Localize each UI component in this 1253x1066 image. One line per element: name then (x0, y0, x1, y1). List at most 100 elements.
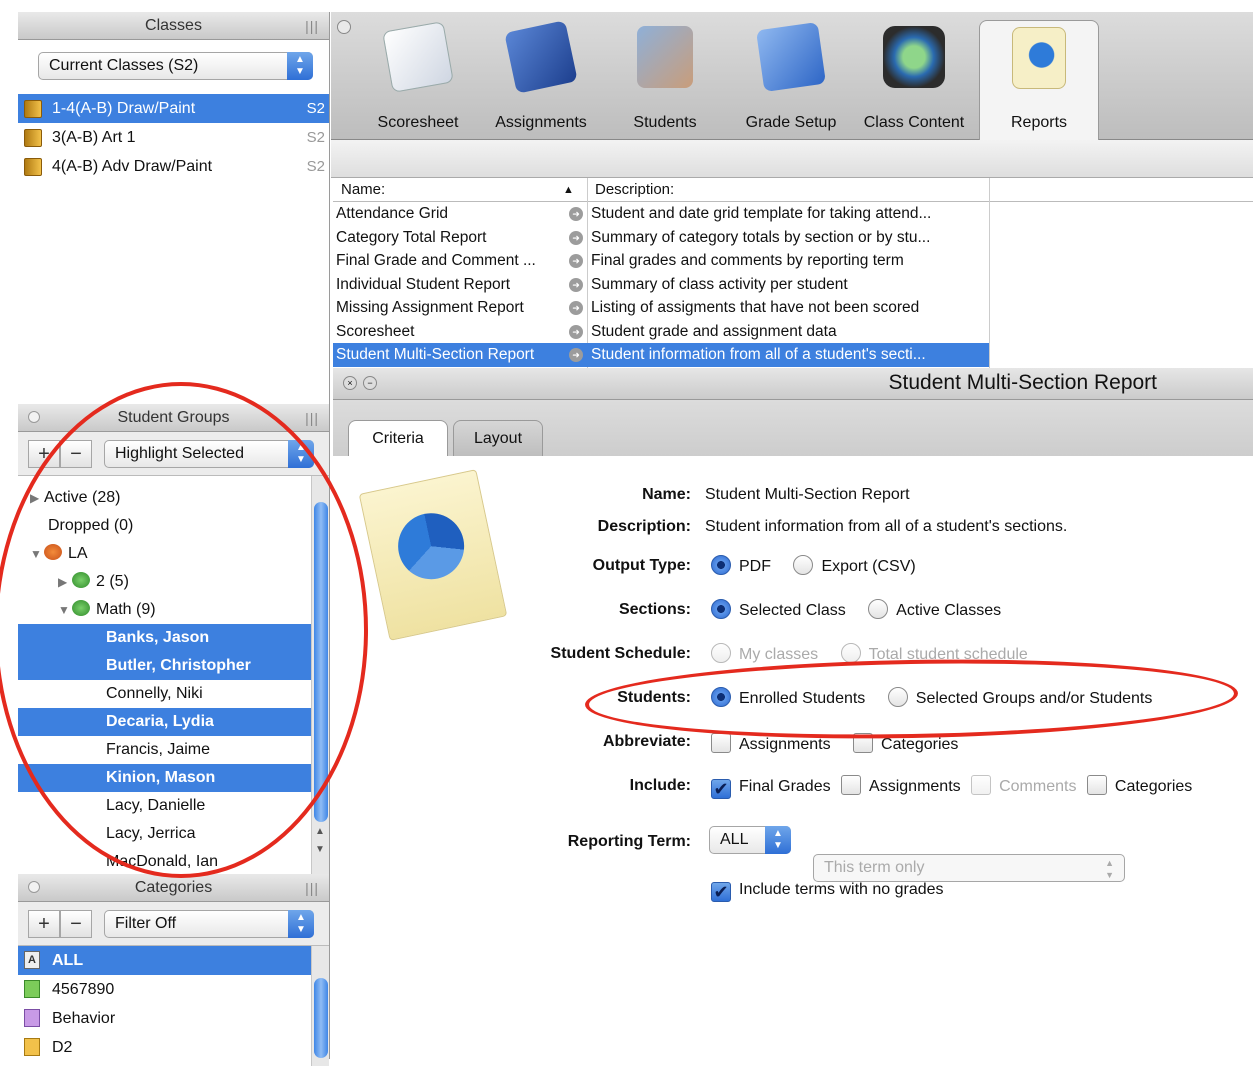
category-item[interactable]: 4567890 (18, 975, 329, 1004)
report-row-selected[interactable]: Student Multi-Section Report ➜ Student inf… (333, 343, 989, 367)
go-arrow-icon[interactable]: ➜ (569, 277, 583, 292)
tab-label: Criteria (372, 430, 424, 447)
tab-criteria[interactable]: Criteria (348, 420, 448, 456)
include-final-grades-checkbox[interactable]: ✔ Final Grades (711, 778, 831, 799)
add-category-button[interactable]: + (28, 909, 60, 938)
toolbar-label: Assignments (495, 114, 587, 131)
sort-ascending-icon[interactable]: ▲ (563, 178, 574, 202)
popup-arrows-icon: ▲ ▼ (287, 52, 313, 80)
radio-label: Active Classes (896, 602, 1002, 619)
abbreviate-categories-checkbox[interactable]: Categories (853, 733, 958, 753)
checkbox-icon (711, 733, 731, 753)
categories-filter-popup[interactable]: Filter Off ▲ ▼ (104, 909, 314, 938)
reporting-term-popup[interactable]: ALL ▲ ▼ (709, 826, 791, 854)
classes-header: Classes ||| (18, 12, 329, 40)
report-row[interactable]: Individual Student Report ➜ Summary of cla… (333, 273, 1253, 297)
scroll-down-icon[interactable]: ▼ (315, 844, 325, 855)
class-item[interactable]: 3(A-B) Art 1 S2 (18, 123, 329, 152)
go-arrow-icon[interactable]: ➜ (569, 230, 583, 245)
include-assignments-checkbox[interactable]: Assignments (841, 775, 961, 795)
radio-label: Selected Class (739, 602, 846, 619)
category-item[interactable]: D2 (18, 1033, 329, 1062)
class-item[interactable]: 4(A-B) Adv Draw/Paint S2 (18, 152, 329, 181)
output-csv-radio[interactable]: Export (CSV) (793, 555, 916, 575)
column-name-header[interactable]: Name: (341, 178, 385, 202)
toolbar-grade-setup[interactable]: Grade Setup (736, 20, 846, 140)
toolbar-label: Class Content (863, 114, 965, 131)
class-book-icon (24, 129, 42, 147)
resize-grip-icon[interactable]: ||| (305, 404, 319, 432)
resize-grip-icon[interactable]: ||| (305, 874, 319, 902)
report-row[interactable]: Missing Assignment Report ➜ Listing of ass… (333, 296, 1253, 320)
term-scope-popup[interactable]: This term only ▲ ▼ (813, 854, 1125, 882)
report-description: Student grade and assignment data (591, 322, 837, 340)
report-row[interactable]: Scoresheet ➜ Student grade and assignment … (333, 320, 1253, 344)
reporting-term-label: Reporting Term: (567, 833, 691, 850)
include-comments-checkbox[interactable]: Comments (971, 775, 1076, 795)
category-a-icon: A (24, 951, 40, 969)
toolbar: Scoresheet Assignments Students Grade Se… (331, 12, 1253, 140)
collapse-icon[interactable] (28, 411, 40, 423)
report-description: Listing of assigments that have not been… (591, 299, 920, 316)
remove-category-button[interactable]: − (60, 909, 92, 938)
tab-bar: Criteria Layout (333, 400, 1253, 456)
radio-icon (840, 643, 861, 663)
collapse-icon[interactable] (28, 881, 40, 893)
include-group: ✔ Final Grades Assignments Comments Categ… (711, 775, 1192, 799)
checkbox-icon (971, 775, 992, 795)
toolbar-assignments[interactable]: Assignments (486, 20, 596, 140)
close-icon[interactable]: × (343, 376, 357, 390)
sections-label: Sections: (618, 601, 691, 618)
include-categories-checkbox[interactable]: Categories (1086, 775, 1192, 795)
report-row[interactable]: Attendance Grid ➜ Student and date grid te… (333, 202, 1253, 226)
output-pdf-radio[interactable]: PDF (711, 555, 771, 575)
toolbar-class-content[interactable]: Class Content (859, 20, 969, 140)
minimize-icon[interactable]: − (363, 376, 377, 390)
checkbox-icon (841, 775, 862, 795)
category-label: D2 (52, 1039, 73, 1056)
categories-scrollbar[interactable] (311, 946, 329, 1066)
detail-header: × − Student Multi-Section Report (333, 368, 1253, 400)
tab-layout[interactable]: Layout (453, 420, 543, 456)
toolbar-reports[interactable]: Reports (979, 20, 1099, 140)
popup-arrows-icon: ▲ ▼ (765, 826, 791, 854)
report-row[interactable]: Final Grade and Comment ... ➜ Final grades… (333, 249, 1253, 273)
category-item[interactable]: Behavior (18, 1004, 329, 1033)
resize-grip-icon[interactable]: ||| (305, 12, 319, 40)
sections-active-classes-radio[interactable]: Active Classes (868, 599, 1002, 619)
scroll-up-icon[interactable]: ▲ (315, 826, 325, 837)
student-schedule-label: Student Schedule: (550, 645, 691, 662)
checkbox-label: Final Grades (739, 778, 831, 795)
go-arrow-icon[interactable]: ➜ (569, 301, 583, 315)
toolbar-students[interactable]: Students (610, 20, 720, 140)
sections-selected-class-radio[interactable]: Selected Class (711, 599, 846, 619)
toolbar-scoresheet[interactable]: Scoresheet (363, 20, 473, 140)
report-list-header: Name: ▲ Description: (333, 178, 1253, 202)
categories-header: Categories ||| (18, 874, 329, 902)
report-description: Summary of class activity per student (591, 275, 848, 293)
schedule-my-classes-radio[interactable]: My classes (711, 643, 819, 663)
go-arrow-icon[interactable]: ➜ (569, 254, 583, 268)
column-description-header[interactable]: Description: (595, 178, 674, 202)
class-item[interactable]: 1-4(A-B) Draw/Paint S2 (18, 94, 329, 123)
radio-label: Export (CSV) (821, 558, 916, 575)
sections-group: Selected Class Active Classes (711, 599, 1001, 620)
abbreviate-assignments-checkbox[interactable]: Assignments (711, 733, 831, 753)
radio-label: My classes (739, 646, 819, 663)
category-item[interactable]: A ALL (18, 946, 311, 975)
class-label: 3(A-B) Art 1 (52, 129, 136, 146)
name-label: Name: (642, 486, 691, 503)
go-arrow-icon[interactable]: ➜ (569, 348, 583, 362)
report-list: Name: ▲ Description: Attendance Grid ➜ Stu… (333, 178, 1253, 368)
go-arrow-icon[interactable]: ➜ (569, 207, 583, 221)
window-close-icon[interactable] (337, 20, 351, 34)
scroll-thumb[interactable] (314, 978, 328, 1058)
description-value: Student information from all of a studen… (705, 518, 1068, 535)
include-no-grades-checkbox[interactable]: ✔ Include terms with no grades (711, 881, 944, 902)
include-label: Include: (629, 777, 691, 794)
report-row[interactable]: Category Total Report ➜ Summary of categor… (333, 226, 1253, 250)
output-type-group: PDF Export (CSV) (711, 555, 916, 576)
radio-icon (711, 643, 731, 663)
go-arrow-icon[interactable]: ➜ (569, 324, 583, 339)
classes-filter-popup[interactable]: Current Classes (S2) ▲ ▼ (38, 52, 313, 80)
